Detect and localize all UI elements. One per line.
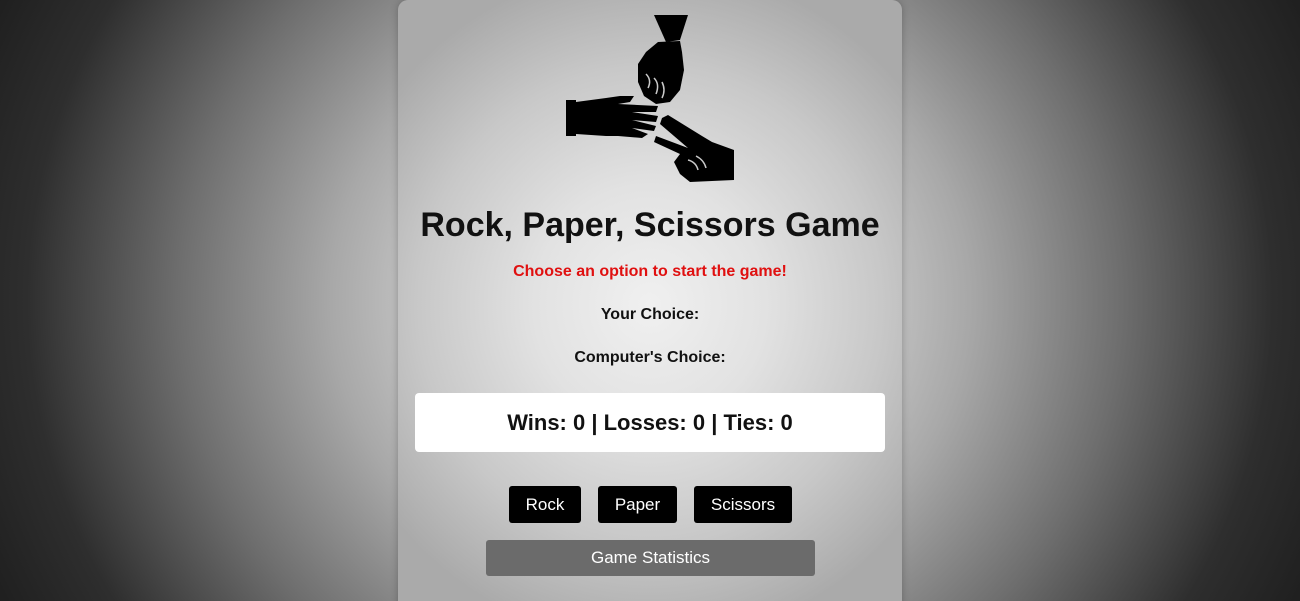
your-choice-label: Your Choice: <box>600 306 700 323</box>
status-message: Choose an option to start the game! <box>513 263 787 280</box>
rock-paper-scissors-hands-icon <box>566 15 734 182</box>
score-board: Wins: 0 | Losses: 0 | Ties: 0 <box>415 393 885 452</box>
game-statistics-button[interactable]: Game Statistics <box>486 540 815 576</box>
computer-choice-label: Computer's Choice: <box>574 349 726 366</box>
page-title: Rock, Paper, Scissors Game <box>420 206 880 244</box>
score-text: Wins: 0 | Losses: 0 | Ties: 0 <box>507 409 793 435</box>
rock-button[interactable]: Rock <box>509 486 581 523</box>
paper-button[interactable]: Paper <box>598 486 677 523</box>
scissors-button[interactable]: Scissors <box>694 486 792 523</box>
game-container: Rock, Paper, Scissors Game Choose an opt… <box>398 0 902 601</box>
choice-buttons: Rock Paper Scissors <box>398 486 902 523</box>
